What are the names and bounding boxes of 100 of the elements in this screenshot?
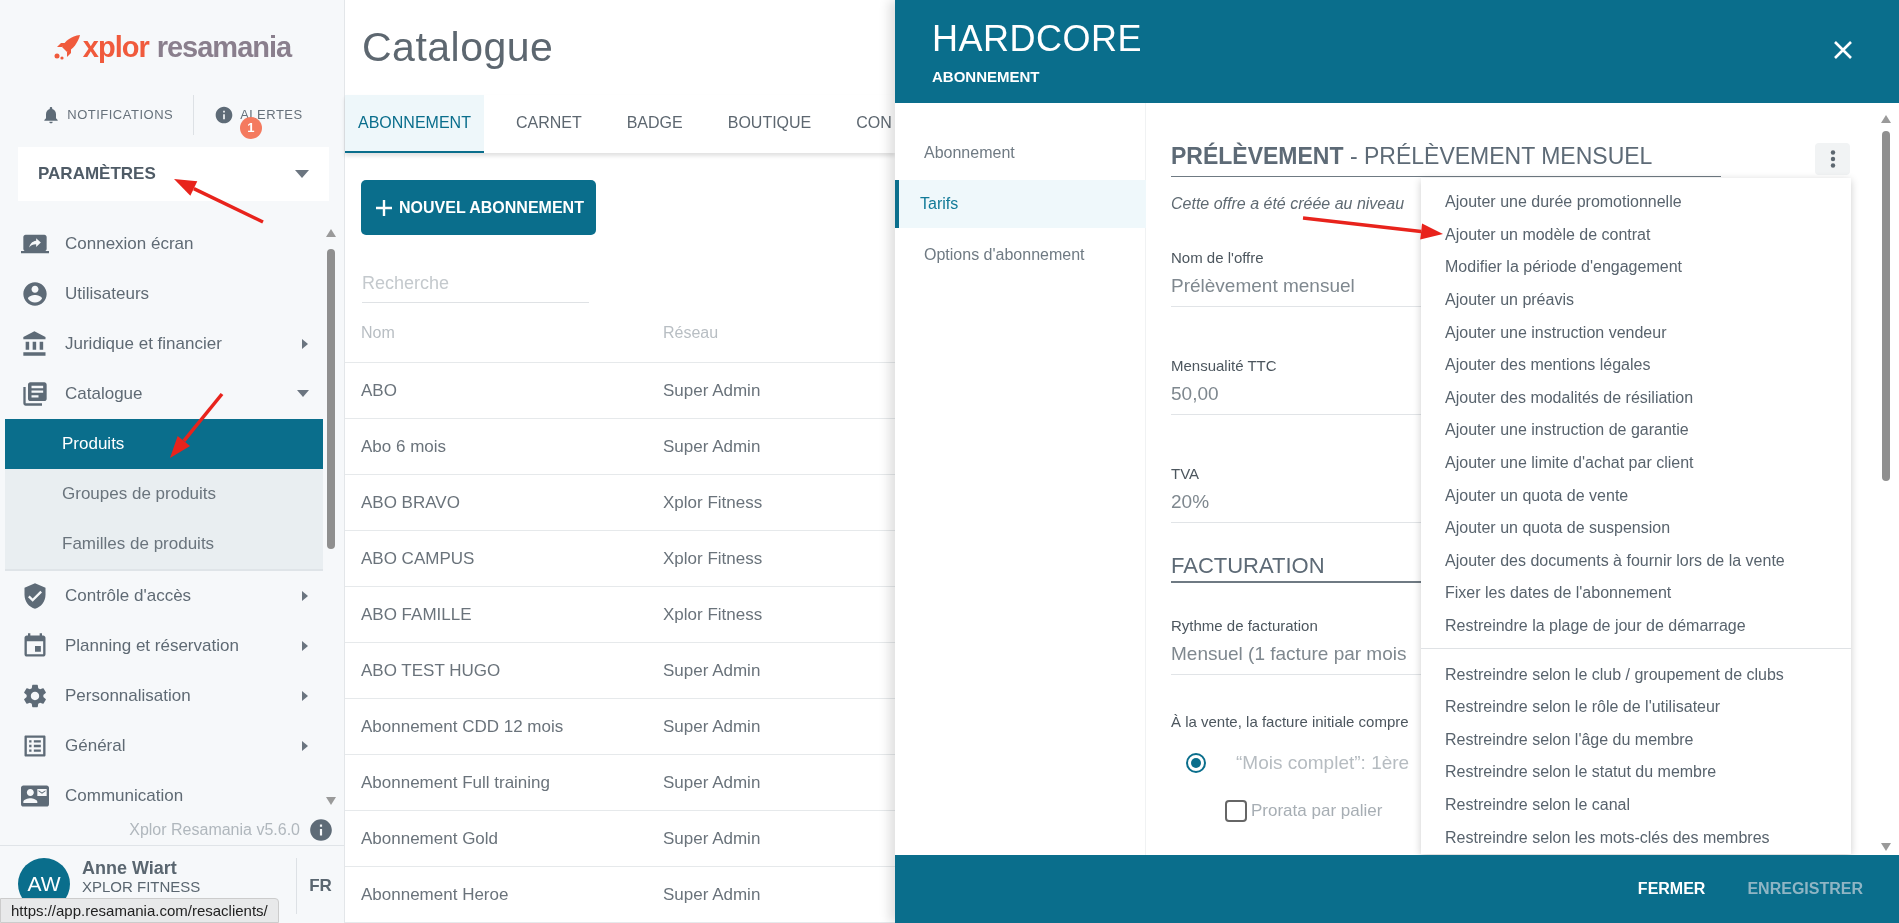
checkbox-label: Prorata par palier [1251,801,1383,821]
annotation-arrow [170,392,224,458]
menu-item[interactable]: Ajouter une instruction de garantie [1421,414,1851,447]
section-title: PRÉLÈVEMENT - PRÉLÈVEMENT MENSUEL [1171,143,1721,177]
table-cell: ABO BRAVO [361,492,460,513]
tab[interactable]: BOUTIQUE [714,95,825,153]
sidebar-item[interactable]: Personnalisation [5,670,323,721]
radio-button[interactable] [1186,753,1206,773]
sidebar-item[interactable]: Contrôle d'accès [5,570,323,621]
menu-item[interactable]: Ajouter un préavis [1421,283,1851,317]
menu-item[interactable]: Modifier la période d'engagement [1421,251,1851,284]
column-header: Réseau [663,323,719,342]
panel-subtitle: ABONNEMENT [932,68,1040,85]
menu-item[interactable]: Ajouter un quota de suspension [1421,511,1851,545]
panel-nav-item[interactable]: Tarifs [895,180,1146,228]
menu-item[interactable]: Restreindre selon l'âge du membre [1421,723,1851,757]
sidebar-subitem[interactable]: Familles de produits [5,518,323,569]
books-icon [21,379,49,408]
table-cell: Xplor Fitness [663,604,763,625]
column-header: Nom [361,323,395,342]
table-cell: Abonnement Gold [361,828,499,849]
kebab-icon [1829,150,1836,168]
user-organization: XPLOR FITNESS [82,879,201,896]
panel-nav-item[interactable]: Abonnement [895,129,1146,177]
menu-item[interactable]: Ajouter une instruction vendeur [1421,316,1851,349]
sidebar-item[interactable]: Connexion écran [5,218,323,269]
sidebar-subitem[interactable]: Produits [5,418,323,469]
field-value: 50,00 [1171,383,1219,405]
menu-item[interactable]: Ajouter des modalités de résiliation [1421,381,1851,415]
tab[interactable]: CARNET [502,95,595,153]
logo-brand-text: xplor [82,30,149,64]
menu-item[interactable]: Ajouter un modèle de contrat [1421,218,1851,252]
menu-item[interactable]: Ajouter une limite d'achat par client [1421,446,1851,480]
menu-item[interactable]: Ajouter des mentions légales [1421,348,1851,382]
menu-item[interactable]: Ajouter une durée promotionnelle [1421,186,1851,219]
table-cell: Super Admin [663,436,761,457]
table-cell: Abonnement Heroe [361,884,509,905]
panel-title: HARDCORE [932,18,1142,60]
sidebar-item[interactable]: Général [5,720,323,771]
table-cell: Xplor Fitness [663,548,763,569]
table-cell: Super Admin [663,884,761,905]
user-name: Anne Wiart [82,858,177,879]
sidebar-item[interactable]: Planning et réservation [5,620,323,671]
footer-button[interactable]: FERMER [1621,870,1722,908]
table-cell: Abo 6 mois [361,436,447,457]
table-cell: Xplor Fitness [663,492,763,513]
field-value: Prélèvement mensuel [1171,275,1355,297]
sidebar-item[interactable]: Catalogue [5,368,323,419]
field-value: 20% [1171,491,1210,513]
chevron-right-icon [301,590,309,601]
menu-item[interactable]: Restreindre selon le canal [1421,788,1851,822]
notifications-link[interactable]: NOTIFICATIONS [21,94,194,135]
panel-nav-item[interactable]: Options d'abonnement [895,231,1146,279]
menu-item[interactable]: Restreindre selon les mots-clés des membres [1421,821,1851,854]
more-button[interactable] [1815,143,1850,175]
field-label: Nom de l'offre [1171,249,1264,266]
menu-item[interactable]: Ajouter un quota de vente [1421,479,1851,512]
table-cell: Super Admin [663,380,761,401]
sidebar-item[interactable]: Communication [5,770,323,816]
menu-item[interactable]: Restreindre la plage de jour de démarrage [1421,609,1851,643]
field-label: Mensualité TTC [1171,357,1277,374]
menu-item[interactable]: Restreindre selon le statut du membre [1421,756,1851,789]
sidebar-subitem[interactable]: Groupes de produits [5,468,323,519]
radio-label: “Mois complet”: 1ère [1236,752,1410,774]
rocket-icon [52,34,81,61]
new-subscription-button[interactable]: NOUVEL ABONNEMENT [361,180,596,235]
chevron-right-icon [301,690,309,701]
bank-icon [21,329,49,358]
info-icon[interactable] [308,817,334,844]
chevron-right-icon [301,640,309,651]
field-label: Rythme de facturation [1171,617,1318,634]
language-button[interactable]: FR [296,858,344,915]
field-label: TVA [1171,465,1200,482]
field-label: À la vente, la facture initiale compre [1171,713,1410,730]
field-value: Mensuel (1 facture par mois [1171,643,1407,665]
table-cell: ABO [361,380,397,401]
tab[interactable]: BADGE [613,95,696,153]
caret-icon [295,169,309,178]
section-select[interactable]: PARAMÈTRES [18,146,329,201]
info-note: Cette offre a été créée au niveau [1171,195,1405,213]
sidebar-item[interactable]: Utilisateurs [5,268,323,319]
table-cell: Super Admin [663,772,761,793]
chevron-right-icon [301,740,309,751]
info-icon [214,104,235,125]
table-cell: Super Admin [663,828,761,849]
version-text: Xplor Resamania v5.6.0 [129,821,300,840]
tab[interactable]: CON [843,95,895,153]
sidebar-item[interactable]: Juridique et financier [5,318,323,369]
checkbox[interactable] [1225,800,1247,822]
table-cell: Super Admin [663,660,761,681]
table-cell: ABO TEST HUGO [361,660,501,681]
menu-item[interactable]: Restreindre selon le rôle de l'utilisateur [1421,690,1851,724]
close-icon[interactable] [1833,40,1853,60]
tab[interactable]: ABONNEMENT [345,95,484,153]
logo-product-text: resamania [156,30,292,64]
table-cell: Super Admin [663,716,761,737]
menu-item[interactable]: Restreindre selon le club / groupement de clubs [1421,658,1851,691]
caret-icon [297,390,309,398]
table-cell: Abonnement Full training [361,772,550,793]
link-preview-tooltip: https://app.resamania.com/resaclients/ [0,898,279,923]
